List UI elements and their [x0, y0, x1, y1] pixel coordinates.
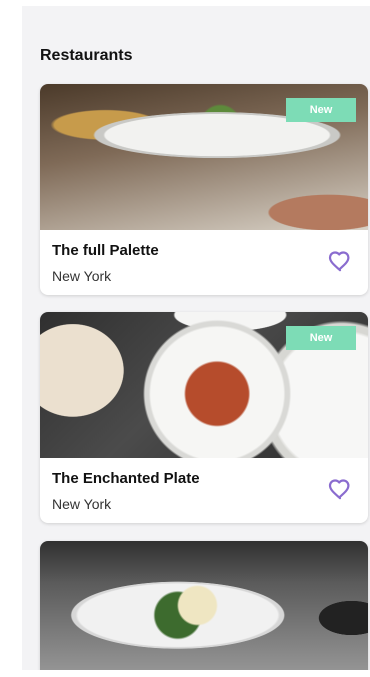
restaurant-card[interactable]: New The full Palette New York [40, 84, 368, 295]
restaurant-photo: New [40, 84, 368, 230]
restaurant-name: The Enchanted Plate [52, 470, 200, 487]
restaurant-name: The full Palette [52, 242, 159, 259]
restaurant-location: New York [52, 268, 112, 284]
favorite-button[interactable] [328, 478, 352, 502]
section-title: Restaurants [40, 47, 133, 64]
restaurant-location: New York [52, 496, 112, 512]
heart-outline-icon [328, 251, 350, 272]
restaurant-photo [40, 541, 368, 670]
app-screen: Restaurants New The full Palette New Yor… [0, 0, 370, 677]
restaurant-card-body: The Enchanted Plate New York [40, 458, 368, 523]
new-badge: New [286, 326, 356, 350]
new-badge: New [286, 98, 356, 122]
heart-outline-icon [328, 479, 350, 500]
restaurants-panel: Restaurants New The full Palette New Yor… [22, 6, 370, 670]
restaurant-photo: New [40, 312, 368, 458]
restaurant-card[interactable] [40, 541, 368, 670]
restaurant-card-body: The full Palette New York [40, 230, 368, 295]
restaurant-card[interactable]: New The Enchanted Plate New York [40, 312, 368, 523]
favorite-button[interactable] [328, 250, 352, 274]
